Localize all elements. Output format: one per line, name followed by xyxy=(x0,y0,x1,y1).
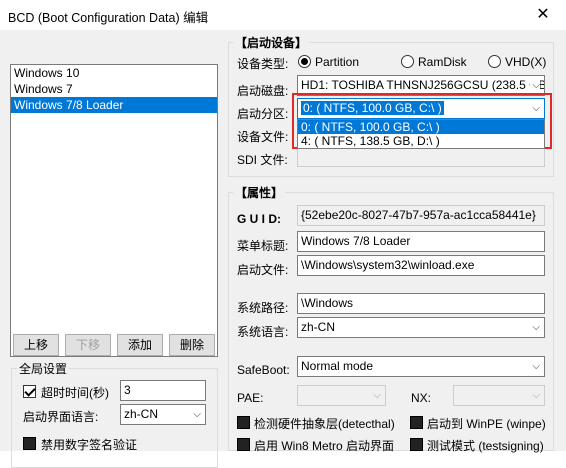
boot-disk-label: 启动磁盘: xyxy=(237,84,289,98)
partition-dropdown-list[interactable]: 0: ( NTFS, 100.0 GB, C:\ ) 4: ( NTFS, 13… xyxy=(297,119,545,149)
sys-path-label: 系统路径: xyxy=(237,301,289,315)
move-down-button[interactable]: 下移 xyxy=(65,334,111,356)
chevron-down-icon: ⌵ xyxy=(193,409,201,420)
close-icon[interactable]: ✕ xyxy=(520,0,566,30)
safeboot-select[interactable]: Normal mode ⌵ xyxy=(297,356,545,377)
sys-lang-select[interactable]: zh-CN ⌵ xyxy=(297,317,545,338)
boot-file-input[interactable]: \Windows\system32\winload.exe xyxy=(297,255,545,276)
ramdisk-radio-label: RamDisk xyxy=(418,55,467,69)
global-settings-title: 全局设置 xyxy=(17,360,70,377)
sys-lang-value: zh-CN xyxy=(301,320,336,334)
ui-lang-value: zh-CN xyxy=(124,407,159,421)
chevron-down-icon: ⌵ xyxy=(532,322,540,333)
title-bar: BCD (Boot Configuration Data) 编辑 ✕ xyxy=(0,0,566,30)
chevron-down-icon: ⌵ xyxy=(532,390,540,401)
boot-disk-value: HD1: TOSHIBA THNSNJ256GCSU (238.5 GB, C: xyxy=(301,78,545,92)
guid-field: {52ebe20c-8027-47b7-957a-ac1cca58441e} xyxy=(297,205,545,226)
device-file-label: 设备文件: xyxy=(237,130,289,144)
sys-path-input[interactable]: \Windows xyxy=(297,293,545,314)
winpe-label: 启动到 WinPE (winpe) xyxy=(427,417,546,431)
window-title: BCD (Boot Configuration Data) 编辑 xyxy=(8,11,209,25)
move-up-button[interactable]: 上移 xyxy=(13,334,59,356)
metro-label: 启用 Win8 Metro 启动界面 xyxy=(254,439,395,453)
vhd-radio-label: VHD(X) xyxy=(505,55,547,69)
testsigning-label: 测试模式 (testsigning) xyxy=(427,439,544,453)
boot-partition-value: 0: ( NTFS, 100.0 GB, C:\ ) xyxy=(301,101,444,115)
disable-sig-label: 禁用数字签名验证 xyxy=(41,438,138,452)
ui-lang-select[interactable]: zh-CN ⌵ xyxy=(120,404,206,425)
pae-label: PAE: xyxy=(237,391,264,405)
boot-entry-list[interactable]: Windows 10 Windows 7 Windows 7/8 Loader xyxy=(10,64,218,357)
menu-title-input[interactable]: Windows 7/8 Loader xyxy=(297,231,545,252)
partition-option[interactable]: 0: ( NTFS, 100.0 GB, C:\ ) xyxy=(298,120,544,134)
list-item[interactable]: Windows 10 xyxy=(11,65,217,81)
add-button[interactable]: 添加 xyxy=(117,334,163,356)
partition-option[interactable]: 4: ( NTFS, 138.5 GB, D:\ ) xyxy=(298,134,544,148)
properties-title: 【属性】 xyxy=(233,184,286,201)
boot-partition-select[interactable]: 0: ( NTFS, 100.0 GB, C:\ ) ⌵ xyxy=(297,98,545,119)
timeout-label: 超时时间(秒) xyxy=(41,386,109,400)
ramdisk-radio[interactable] xyxy=(401,55,414,68)
vhd-radio[interactable] xyxy=(488,55,501,68)
client-area: Windows 10 Windows 7 Windows 7/8 Loader … xyxy=(0,30,566,468)
boot-file-label: 启动文件: xyxy=(237,263,289,277)
chevron-down-icon: ⌵ xyxy=(532,103,540,114)
ui-lang-label: 启动界面语言: xyxy=(23,410,99,424)
nx-select[interactable]: ⌵ xyxy=(453,385,545,406)
list-item-selected[interactable]: Windows 7/8 Loader xyxy=(11,97,217,113)
partition-radio[interactable] xyxy=(298,55,311,68)
sdi-file-label: SDI 文件: xyxy=(237,153,288,167)
testsigning-checkbox[interactable] xyxy=(410,438,423,451)
nx-label: NX: xyxy=(411,391,432,405)
list-item[interactable]: Windows 7 xyxy=(11,81,217,97)
detecthal-label: 检测硬件抽象层(detecthal) xyxy=(254,417,395,431)
boot-device-title: 【启动设备】 xyxy=(233,34,310,51)
metro-checkbox[interactable] xyxy=(237,438,250,451)
timeout-checkbox[interactable] xyxy=(23,385,36,398)
chevron-down-icon: ⌵ xyxy=(532,361,540,372)
sdi-file-input[interactable] xyxy=(297,146,545,167)
pae-select[interactable]: ⌵ xyxy=(297,385,386,406)
delete-button[interactable]: 删除 xyxy=(169,334,215,356)
chevron-down-icon: ⌵ xyxy=(373,390,381,401)
timeout-input[interactable]: 3 xyxy=(120,380,206,401)
menu-title-label: 菜单标题: xyxy=(237,239,289,253)
winpe-checkbox[interactable] xyxy=(410,416,423,429)
guid-label: G U I D: xyxy=(237,212,281,226)
device-type-label: 设备类型: xyxy=(237,57,289,71)
safeboot-value: Normal mode xyxy=(301,359,374,373)
partition-radio-label: Partition xyxy=(315,55,360,69)
safeboot-label: SafeBoot: xyxy=(237,363,290,377)
boot-partition-label: 启动分区: xyxy=(237,107,289,121)
sys-lang-label: 系统语言: xyxy=(237,325,289,339)
detecthal-checkbox[interactable] xyxy=(237,416,250,429)
disable-sig-checkbox[interactable] xyxy=(23,437,36,450)
